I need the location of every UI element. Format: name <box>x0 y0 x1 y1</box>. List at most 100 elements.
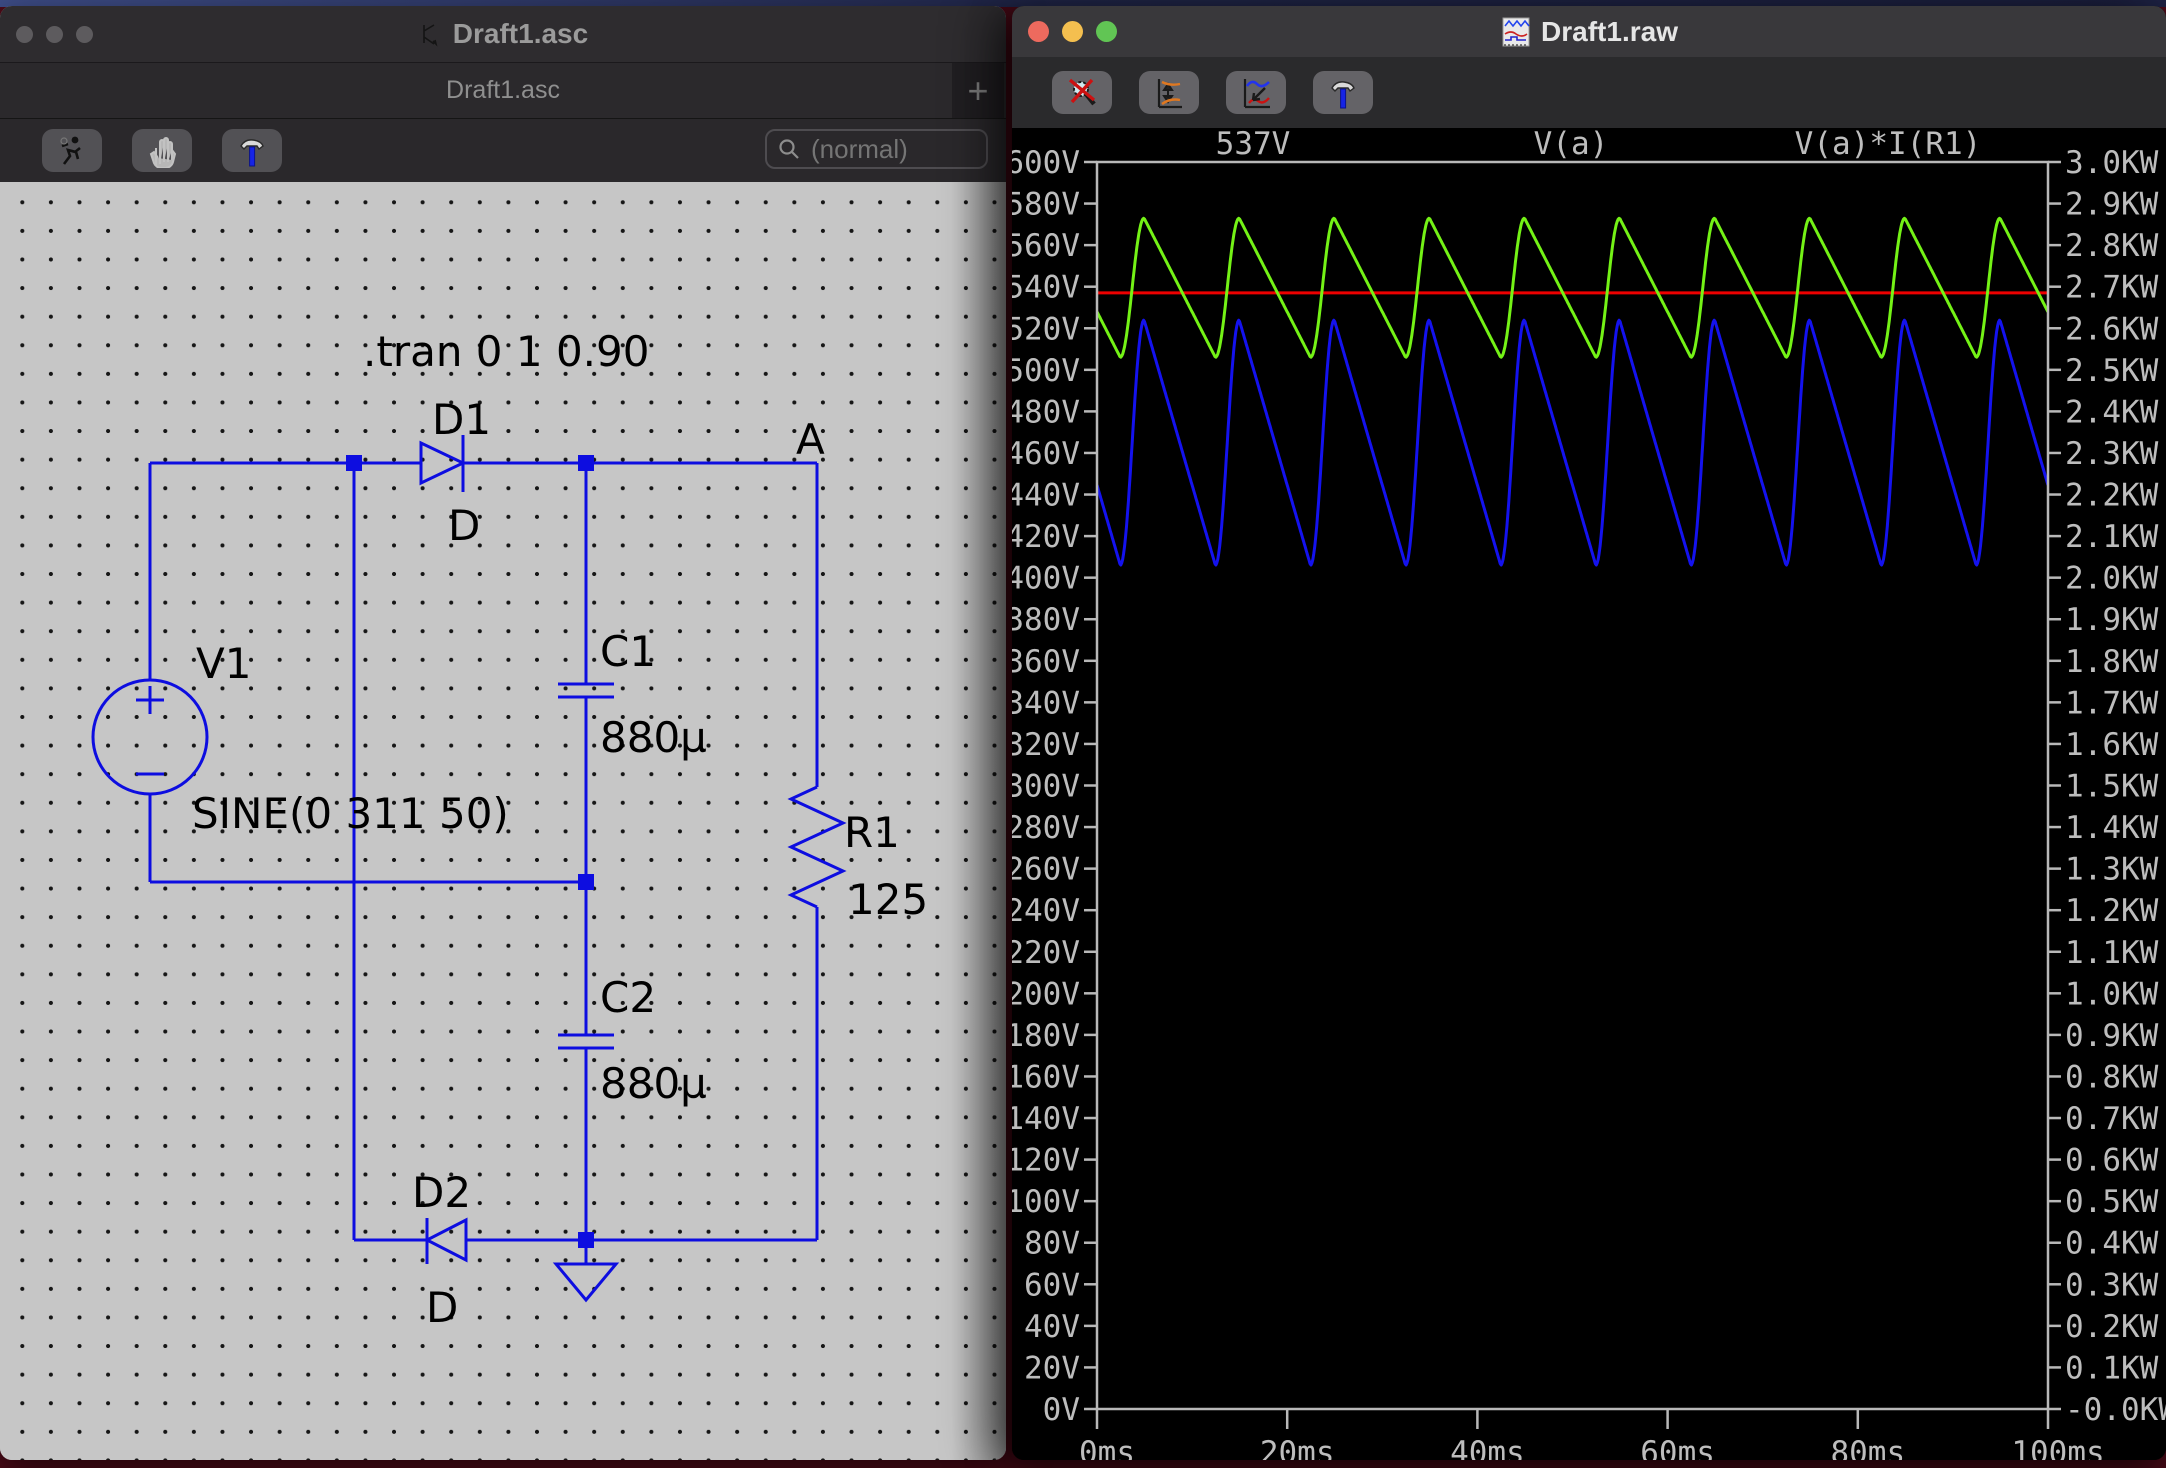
y-axis-label-right: 1.4KW <box>2065 810 2159 846</box>
label-r1-ref[interactable]: R1 <box>844 808 900 857</box>
label-c2-value[interactable]: 880µ <box>600 1059 707 1108</box>
junction <box>346 455 362 471</box>
component-capacitor-c1[interactable] <box>558 682 614 699</box>
y-axis-label-left: 60V <box>1024 1267 1080 1303</box>
label-c1-ref[interactable]: C1 <box>600 627 656 676</box>
close-button[interactable] <box>16 25 33 43</box>
schematic-doc-icon <box>422 24 438 47</box>
junction <box>578 874 594 890</box>
zoom-off-button[interactable] <box>1052 71 1112 114</box>
y-axis-label-left: 280V <box>1012 810 1080 846</box>
label-c2-ref[interactable]: C2 <box>600 973 656 1022</box>
y-axis-label-right: 2.9KW <box>2065 187 2159 223</box>
x-axis-label: 100ms <box>2011 1435 2104 1460</box>
label-r1-value[interactable]: 125 <box>848 875 928 924</box>
y-axis-label-right: 0.5KW <box>2065 1184 2159 1220</box>
label-d1-ref[interactable]: D1 <box>432 395 491 444</box>
plot-settings-icon <box>1243 78 1270 108</box>
hammer-icon <box>1331 80 1355 108</box>
component-resistor-r1[interactable] <box>787 785 847 909</box>
schematic-titlebar[interactable]: Draft1.asc <box>0 6 1006 62</box>
y-axis-label-right: 1.7KW <box>2065 685 2159 721</box>
legend-537V[interactable]: 537V <box>1216 126 1291 162</box>
minimize-button[interactable] <box>1062 21 1083 42</box>
hammer-icon <box>240 138 264 166</box>
y-axis-label-left: 500V <box>1012 353 1080 389</box>
search-field[interactable] <box>765 129 988 169</box>
y-axis-label-left: 380V <box>1012 602 1080 638</box>
component-capacitor-c2[interactable] <box>558 1033 614 1050</box>
y-axis-label-right: 2.8KW <box>2065 228 2159 264</box>
y-axis-label-left: 260V <box>1012 852 1080 888</box>
y-axis-label-left: 540V <box>1012 270 1080 306</box>
y-axis-label-left: 520V <box>1012 311 1080 347</box>
label-v1-value[interactable]: SINE(0 311 50) <box>192 789 509 838</box>
zoom-button[interactable] <box>1096 21 1117 42</box>
tools-button[interactable] <box>1313 71 1373 114</box>
legend-V(a)*I(R1)[interactable]: V(a)*I(R1) <box>1795 126 1982 162</box>
legend-V(a)[interactable]: V(a) <box>1534 126 1609 162</box>
desktop: Draft1.asc Draft1.asc + (normal) .tran 0… <box>0 0 2166 1468</box>
x-axis-label: 0ms <box>1079 1435 1135 1460</box>
autorange-y-button[interactable] <box>1139 71 1199 114</box>
y-axis-label-right: 2.1KW <box>2065 519 2159 555</box>
component-diode-d2[interactable] <box>423 1217 468 1264</box>
y-axis-label-right: 2.3KW <box>2065 436 2159 472</box>
y-axis-label-right: -0.0KW <box>2065 1392 2166 1428</box>
waveform-plot-area[interactable]: 537V V(a) V(a)*I(R1) 600V 3.0KW 580V 2.9KW 560V… <box>1012 126 2166 1460</box>
spice-directive[interactable]: .tran 0 1 0.90 <box>363 327 649 376</box>
plot-settings-button[interactable] <box>1226 71 1286 114</box>
y-axis-label-left: 120V <box>1012 1143 1080 1179</box>
wire-net[interactable] <box>148 461 819 1264</box>
label-v1-ref[interactable]: V1 <box>196 639 251 688</box>
label-c1-value[interactable]: 880µ <box>600 713 707 762</box>
y-axis-label-left: 440V <box>1012 478 1080 514</box>
y-axis-label-right: 0.8KW <box>2065 1059 2159 1095</box>
y-axis-label-right: 0.7KW <box>2065 1101 2159 1137</box>
y-axis-label-left: 320V <box>1012 727 1080 763</box>
label-d1-value[interactable]: D <box>448 501 480 550</box>
schematic-canvas[interactable]: .tran 0 1 0.90 D1 D A V1 SINE(0 311 50) … <box>0 182 1006 1460</box>
waveform-titlebar[interactable]: Draft1.raw <box>1012 6 2166 57</box>
close-button[interactable] <box>1028 21 1049 42</box>
y-axis-label-right: 1.3KW <box>2065 852 2159 888</box>
component-voltage-source-v1[interactable] <box>91 678 209 796</box>
tools-button[interactable] <box>222 129 282 172</box>
ground-symbol[interactable] <box>552 1262 620 1303</box>
y-axis-label-right: 1.8KW <box>2065 644 2159 680</box>
zoom-button[interactable] <box>76 25 93 43</box>
y-axis-label-right: 0.2KW <box>2065 1309 2159 1345</box>
y-axis-label-left: 400V <box>1012 561 1080 597</box>
autorange-y-icon <box>1157 78 1182 108</box>
window-title: Draft1.raw <box>1541 15 1678 47</box>
y-axis-label-left: 460V <box>1012 436 1080 472</box>
waveform-plot: 537V V(a) V(a)*I(R1) 600V 3.0KW 580V 2.9KW 560V… <box>1012 126 2166 1460</box>
schematic-toolbar <box>0 118 1006 182</box>
trace-V(a) <box>1097 216 2048 359</box>
minimize-button[interactable] <box>46 25 63 43</box>
new-tab-button[interactable]: + <box>952 63 1004 118</box>
search-input[interactable] <box>809 132 976 166</box>
y-axis-label-left: 220V <box>1012 935 1080 971</box>
y-axis-label-right: 0.1KW <box>2065 1350 2159 1386</box>
y-axis-label-right: 1.1KW <box>2065 935 2159 971</box>
y-axis-label-left: 300V <box>1012 769 1080 805</box>
y-axis-label-left: 480V <box>1012 394 1080 430</box>
y-axis-label-right: 1.5KW <box>2065 769 2159 805</box>
tab-draft1-asc[interactable]: Draft1.asc <box>446 76 560 105</box>
y-axis-label-right: 1.9KW <box>2065 602 2159 638</box>
window-controls <box>16 6 93 62</box>
y-axis-label-left: 140V <box>1012 1101 1080 1137</box>
x-axis-label: 60ms <box>1640 1435 1715 1460</box>
x-axis-label: 20ms <box>1260 1435 1335 1460</box>
y-axis-label-left: 340V <box>1012 685 1080 721</box>
pan-hand-icon <box>149 136 177 168</box>
pan-button[interactable] <box>132 129 192 172</box>
run-button[interactable] <box>42 129 102 172</box>
y-axis-label-right: 2.0KW <box>2065 561 2159 597</box>
y-axis-label-right: 1.0KW <box>2065 976 2159 1012</box>
window-title: Draft1.asc <box>452 18 589 49</box>
label-d2-ref[interactable]: D2 <box>412 1168 471 1217</box>
label-node-a[interactable]: A <box>796 415 825 464</box>
label-d2-value[interactable]: D <box>426 1283 458 1332</box>
